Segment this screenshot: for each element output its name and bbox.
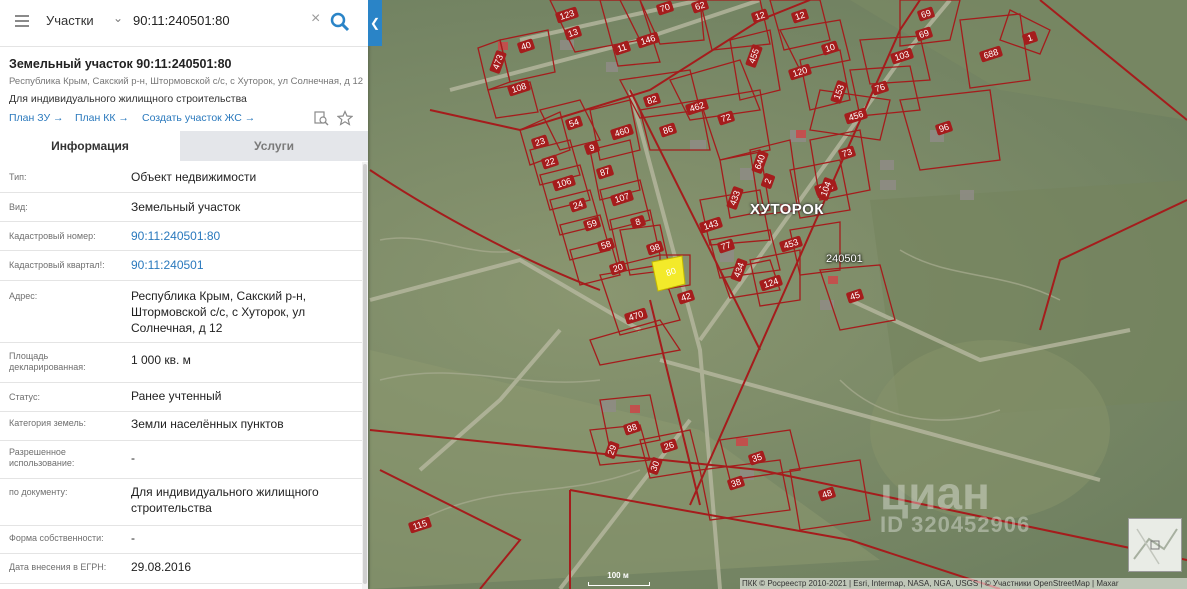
info-panel: Участки ⌄ 90:11:240501:80 × Земельный уч… <box>0 0 368 589</box>
scrollbar-thumb[interactable] <box>363 164 367 584</box>
row-value: 1 000 кв. м <box>131 353 191 367</box>
place-name-label: ХУТОРОК <box>750 201 824 218</box>
address-subtitle: Республика Крым, Сакский р-н, Штормовско… <box>9 76 364 87</box>
search-input[interactable]: 90:11:240501:80 <box>133 13 230 28</box>
layer-select[interactable]: Участки <box>46 13 94 28</box>
cadastral-quarter-link[interactable]: 90:11:240501 <box>131 257 356 273</box>
row-value: Объект недвижимости <box>131 170 257 184</box>
purpose-text: Для индивидуального жилищного строительс… <box>9 93 247 105</box>
row-type: Тип: Объект недвижимости <box>0 162 362 193</box>
row-value: - <box>131 531 135 545</box>
row-value: Ранее учтенный <box>131 389 222 403</box>
star-icon[interactable] <box>337 110 353 126</box>
clear-icon[interactable]: × <box>311 11 320 27</box>
row-cadastral-quarter: Кадастровый квартал!: 90:11:240501 <box>0 250 362 281</box>
menu-icon[interactable] <box>15 15 29 27</box>
row-status: Статус: Ранее учтенный <box>0 382 362 412</box>
scale-text: 100 м <box>607 571 629 580</box>
row-label: Кадастровый номер: <box>9 231 96 241</box>
row-value: 29.08.2016 <box>131 560 192 574</box>
map-attribution: ПКК © Росреестр 2010-2021 | Esri, Interm… <box>740 578 1187 589</box>
tab-services[interactable]: Услуги <box>180 131 368 161</box>
row-label: Разрешенное использование: <box>9 447 75 468</box>
row-label: Площадь декларированная: <box>9 351 86 372</box>
search-bar: Участки ⌄ 90:11:240501:80 × <box>0 0 368 47</box>
tabs: Информация Услуги <box>0 131 368 161</box>
row-value: - <box>131 451 135 465</box>
watermark-id: ID 320452906 <box>880 512 1031 537</box>
scale-line <box>588 582 650 586</box>
cadastral-quarter-label: 240501 <box>826 253 863 265</box>
chevron-down-icon[interactable]: ⌄ <box>113 11 123 25</box>
row-label: по документу: <box>9 487 68 497</box>
document-search-icon[interactable] <box>313 110 329 126</box>
row-value: Земли населённых пунктов <box>131 417 284 431</box>
row-area: Площадь декларированная: 1 000 кв. м <box>0 342 362 383</box>
row-label: Тип: <box>9 172 27 182</box>
cadastral-number-link[interactable]: 90:11:240501:80 <box>131 228 356 244</box>
row-label: Статус: <box>9 392 40 402</box>
row-label: Адрес: <box>9 291 38 301</box>
row-label: Дата внесения в ЕГРН: <box>9 562 107 572</box>
row-value: Республика Крым, Сакский р-н, Штормовско… <box>131 289 307 335</box>
row-permitted-use: Разрешенное использование: - <box>0 440 362 479</box>
search-icon[interactable] <box>325 6 355 38</box>
row-value: Земельный участок <box>131 200 241 214</box>
row-land-category: Категория земель: Земли населённых пункт… <box>0 411 362 441</box>
minimap-button[interactable] <box>1128 518 1182 572</box>
row-kind: Вид: Земельный участок <box>0 192 362 222</box>
create-parcel-link[interactable]: Создать участок ЖС → <box>142 112 255 124</box>
scale-bar: 100 м <box>588 571 650 587</box>
collapse-panel-button[interactable]: ❮ <box>368 0 382 46</box>
row-ownership: Форма собственности: - <box>0 525 362 554</box>
page-title: Земельный участок 90:11:240501:80 <box>9 57 232 71</box>
chevron-left-icon: ❮ <box>369 16 381 30</box>
plan-zu-link[interactable]: План ЗУ → <box>9 112 64 124</box>
row-value: Для индивидуального жилищного строительс… <box>131 485 319 515</box>
plan-kk-link[interactable]: План КК → <box>75 112 129 124</box>
row-registration-date: Дата внесения в ЕГРН: 29.08.2016 <box>0 553 362 584</box>
row-label: Категория земель: <box>9 418 86 428</box>
row-label: Кадастровый квартал!: <box>9 260 105 270</box>
row-by-document: по документу: Для индивидуального жилищн… <box>0 478 362 526</box>
row-address: Адрес: Республика Крым, Сакский р-н, Што… <box>0 280 362 343</box>
row-label: Вид: <box>9 202 28 212</box>
row-cadastral-number: Кадастровый номер: 90:11:240501:80 <box>0 221 362 251</box>
minimap-icon <box>1129 519 1181 571</box>
tab-info[interactable]: Информация <box>0 131 180 161</box>
row-label: Форма собственности: <box>9 533 104 543</box>
